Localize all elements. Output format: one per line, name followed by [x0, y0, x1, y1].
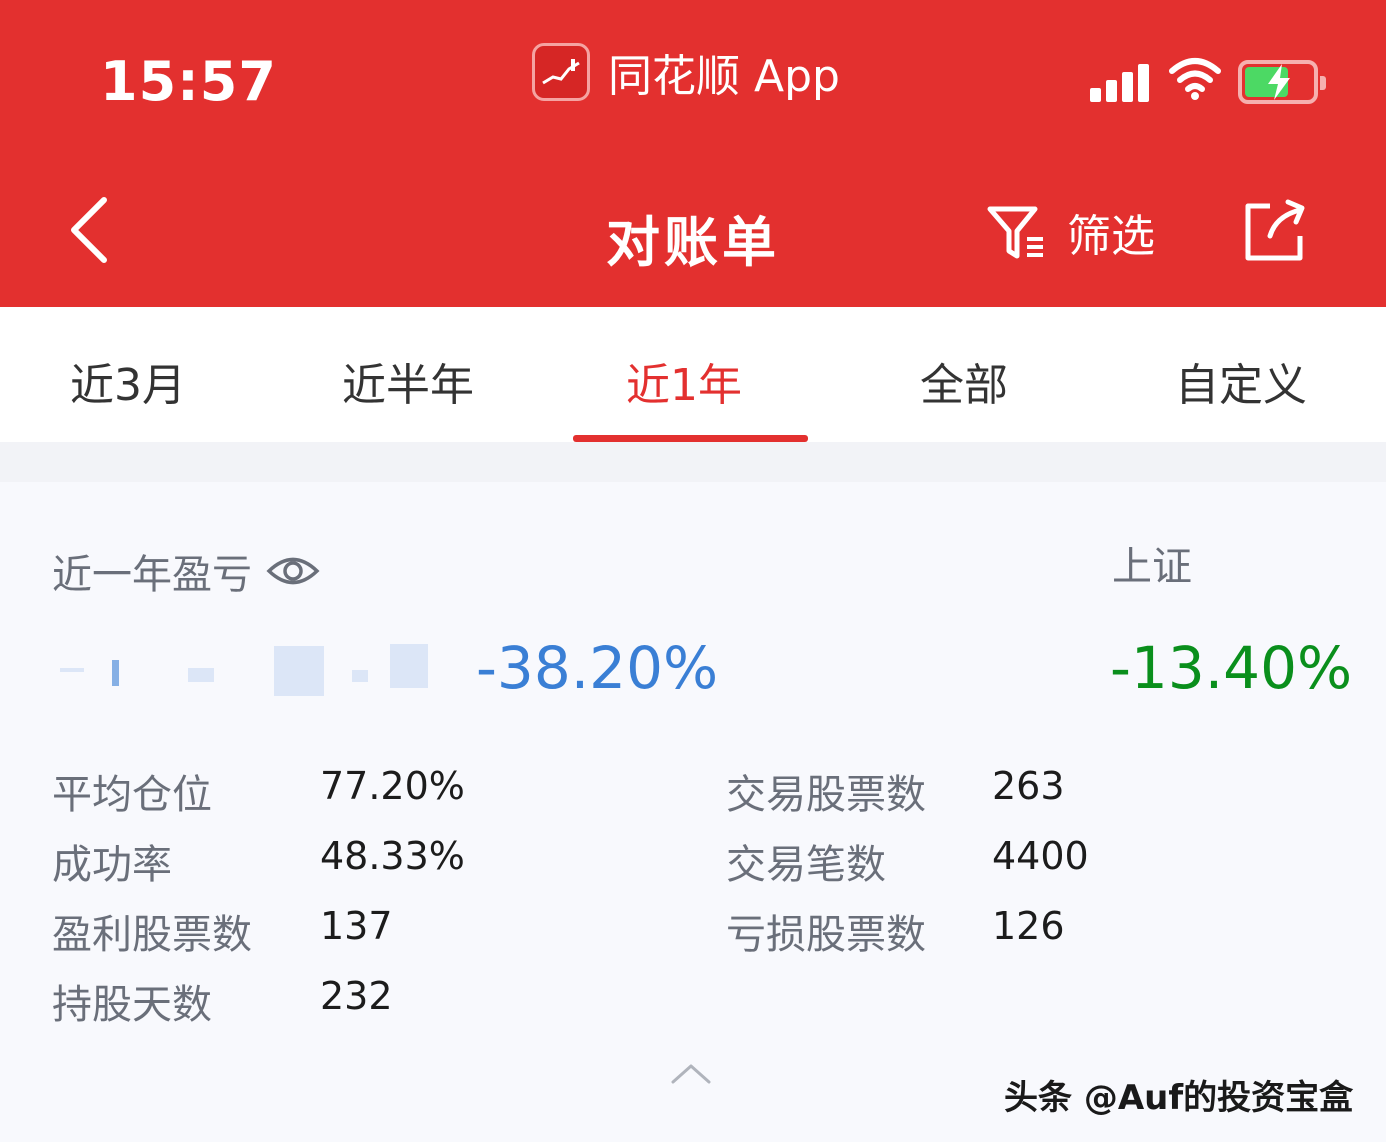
statement-card: 近一年盈亏 上证 -38.20% -13.40% 平均仓位 77.20% 成功率… [0, 482, 1386, 1142]
stat-value-holding-days: 232 [320, 974, 393, 1018]
stat-value-losing-stocks: 126 [992, 904, 1065, 948]
stat-label-traded-stocks: 交易股票数 [726, 772, 926, 818]
tab-half-year[interactable]: 近半年 [342, 349, 474, 413]
battery-icon [1238, 60, 1326, 104]
app-logo-icon [532, 43, 590, 101]
watermark: 头条 @Auf的投资宝盒 [1004, 1078, 1354, 1118]
status-time: 15:57 [100, 50, 277, 113]
stat-label-holding-days: 持股天数 [52, 982, 212, 1028]
filter-button[interactable]: 筛选 [985, 200, 1155, 264]
stat-value-traded-stocks: 263 [992, 764, 1065, 808]
masked-pl-amount [60, 640, 435, 700]
signal-icon [1090, 62, 1149, 102]
section-divider [0, 442, 1386, 482]
tab-1-year[interactable]: 近1年 [626, 349, 742, 413]
stat-value-profitable-stocks: 137 [320, 904, 393, 948]
stat-value-success-rate: 48.33% [320, 834, 465, 878]
pl-percent: -38.20% [476, 634, 719, 702]
page-title: 对账单 [606, 211, 780, 274]
stat-value-avg-position: 77.20% [320, 764, 465, 808]
eye-icon[interactable] [266, 552, 320, 590]
app-indicator[interactable]: 同花顺 App [532, 40, 840, 104]
wifi-icon [1169, 58, 1221, 100]
filter-label: 筛选 [1067, 211, 1155, 262]
chevron-up-icon [671, 1064, 711, 1084]
app-name: 同花顺 App [608, 51, 840, 102]
tab-custom[interactable]: 自定义 [1175, 349, 1307, 413]
stat-label-losing-stocks: 亏损股票数 [726, 912, 926, 958]
stat-label-avg-position: 平均仓位 [52, 772, 212, 818]
benchmark-label: 上证 [1112, 544, 1192, 590]
benchmark-percent: -13.40% [1110, 634, 1353, 702]
stat-label-success-rate: 成功率 [52, 842, 172, 888]
share-icon [1245, 199, 1305, 261]
active-tab-indicator [573, 435, 808, 442]
tab-3-months[interactable]: 近3月 [70, 349, 186, 413]
collapse-button[interactable] [670, 1062, 712, 1090]
stat-label-trade-count: 交易笔数 [726, 842, 886, 888]
filter-icon [987, 206, 1043, 259]
tab-all[interactable]: 全部 [920, 349, 1008, 413]
stat-value-trade-count: 4400 [992, 834, 1089, 878]
app-header: 15:57 同花顺 App 对账单 筛选 [0, 0, 1386, 307]
stat-label-profitable-stocks: 盈利股票数 [52, 912, 252, 958]
pl-label-row: 近一年盈亏 [52, 542, 320, 600]
pl-label: 近一年盈亏 [52, 552, 252, 598]
share-button[interactable] [1240, 198, 1310, 268]
period-tabs: 近3月 近半年 近1年 全部 自定义 [0, 307, 1386, 442]
